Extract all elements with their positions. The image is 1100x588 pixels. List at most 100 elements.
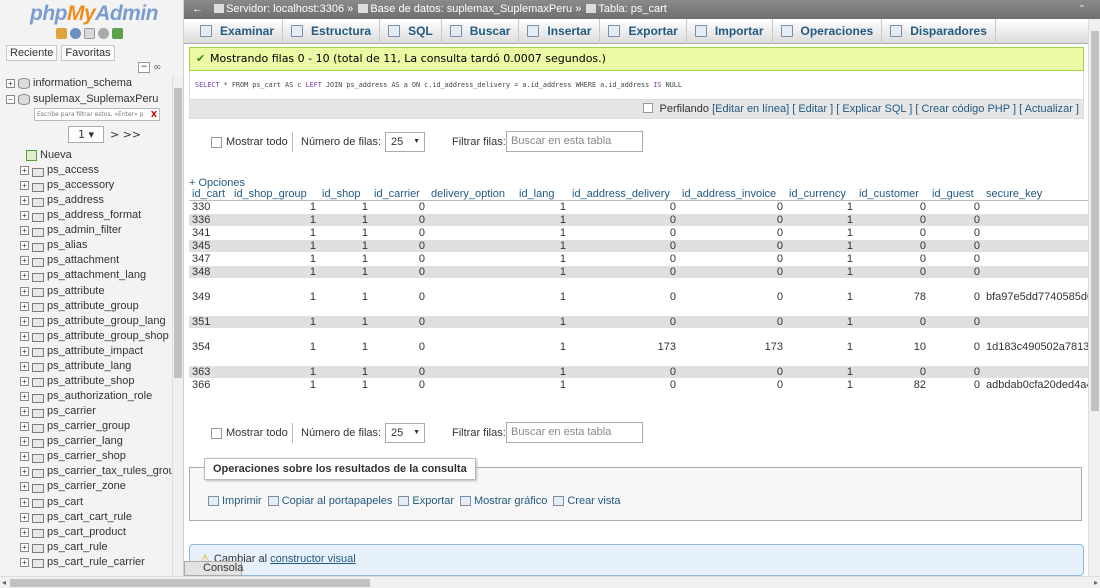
tree-table-item[interactable]: + ps_attribute	[20, 284, 104, 299]
table-row[interactable]: 349 1 1 0 1 0 0 1 78 0 bfa97e5dd7740585d0b	[189, 278, 1088, 316]
tree-table-item[interactable]: + ps_admin_filter	[20, 223, 122, 238]
column-header[interactable]: id_guest	[929, 188, 983, 201]
expand-icon[interactable]: +	[20, 166, 29, 175]
expand-icon[interactable]: +	[20, 256, 29, 266]
tree-table-item[interactable]: + ps_cart_rule_carrier	[20, 555, 145, 570]
breadcrumb-database[interactable]: Base de datos: suplemax_SuplemaxPeru	[370, 3, 572, 15]
tree-table-item[interactable]: + ps_attachment_lang	[20, 268, 146, 283]
edit-inline-link[interactable]: [Editar en línea]	[712, 103, 789, 115]
table-row[interactable]: 347 1 1 0 1 0 0 1 0 0	[189, 252, 1088, 266]
column-header[interactable]: id_carrier	[371, 188, 428, 201]
table-row[interactable]: 341 1 1 0 1 0 0 1 0 0	[189, 226, 1088, 240]
tab-estructura[interactable]: Estructura	[283, 18, 381, 44]
tree-table-item[interactable]: + ps_carrier_lang	[20, 434, 123, 449]
breadcrumb-table[interactable]: Tabla: ps_cart	[598, 3, 666, 15]
table-row[interactable]: 330 1 1 0 1 0 0 1 0 0	[189, 200, 1088, 214]
next-page-link[interactable]: > >>	[110, 128, 141, 141]
create-view-link[interactable]: Crear vista	[553, 495, 621, 507]
rows-per-page-select[interactable]: 25	[385, 423, 425, 443]
tree-table-item[interactable]: + ps_address	[20, 193, 104, 208]
tab-operaciones[interactable]: Operaciones	[773, 18, 883, 44]
column-header[interactable]: id_customer	[856, 188, 929, 201]
scroll-left-icon[interactable]: ◂	[2, 577, 6, 588]
table-filter-input[interactable]: Escribe para filtrar estos, «Enter» p X	[34, 108, 160, 121]
tree-table-item[interactable]: + ps_access	[20, 163, 99, 178]
expand-icon[interactable]: +	[20, 271, 29, 281]
tree-db-information-schema[interactable]: + information_schema	[6, 76, 132, 91]
visual-builder-link[interactable]: constructor visual	[270, 553, 356, 565]
expand-icon[interactable]: +	[20, 241, 29, 251]
tree-table-item[interactable]: + ps_attribute_shop	[20, 374, 134, 389]
tab-importar[interactable]: Importar	[687, 18, 773, 44]
column-header[interactable]: id_cart	[189, 188, 231, 201]
show-all-checkbox[interactable]	[211, 428, 222, 439]
tree-table-item[interactable]: + ps_accessory	[20, 178, 114, 193]
reload-icon[interactable]	[112, 28, 123, 39]
collapse-top-icon[interactable]: ⌃	[1078, 0, 1086, 19]
scroll-right-icon[interactable]: ▸	[1094, 577, 1098, 588]
expand-icon[interactable]: +	[20, 407, 29, 417]
horizontal-scrollbar[interactable]: ◂ ▸	[0, 576, 1100, 588]
show-chart-link[interactable]: Mostrar gráfico	[459, 495, 547, 507]
expand-icon[interactable]: +	[20, 527, 29, 537]
expand-icon[interactable]: +	[20, 512, 29, 522]
tree-table-item[interactable]: + ps_attribute_lang	[20, 359, 131, 374]
table-row[interactable]: 336 1 1 0 1 0 0 1 0 0	[189, 213, 1088, 227]
column-header[interactable]: id_currency	[786, 188, 856, 201]
tab-buscar[interactable]: Buscar	[442, 18, 520, 44]
expand-icon[interactable]: +	[20, 467, 29, 477]
expand-icon[interactable]: +	[20, 437, 29, 447]
sql-query-display[interactable]: SELECT * FROM ps_cart AS c LEFT JOIN ps_…	[189, 71, 1084, 99]
tab-disparadores[interactable]: Disparadores	[882, 18, 996, 44]
tree-table-item[interactable]: + ps_attribute_impact	[20, 344, 143, 359]
table-row[interactable]: 351 1 1 0 1 0 0 1 0 0	[189, 315, 1088, 329]
expand-icon[interactable]: +	[20, 376, 29, 386]
tree-table-item[interactable]: + ps_alias	[20, 238, 87, 253]
copy-clipboard-link[interactable]: Copiar al portapapeles	[267, 495, 392, 507]
expand-icon[interactable]: +	[20, 542, 29, 552]
home-icon[interactable]	[56, 28, 67, 39]
navigation-scroll-thumb[interactable]	[174, 88, 182, 378]
main-scroll-thumb[interactable]	[1091, 31, 1099, 411]
tree-table-item[interactable]: + ps_cart_rule	[20, 540, 108, 555]
export-link[interactable]: Exportar	[398, 495, 454, 507]
tab-insertar[interactable]: Insertar	[519, 18, 601, 44]
column-header[interactable]: secure_key	[983, 188, 1088, 201]
settings-gear-icon[interactable]	[98, 28, 109, 39]
expand-icon[interactable]: +	[20, 346, 29, 356]
edit-link[interactable]: [ Editar ]	[792, 103, 833, 115]
tree-table-item[interactable]: + ps_carrier_zone	[20, 479, 126, 494]
profiling-checkbox[interactable]	[643, 103, 654, 113]
page-selector[interactable]: 1 ▾	[68, 126, 104, 143]
column-header[interactable]: id_shop	[319, 188, 371, 201]
tree-table-item[interactable]: + ps_carrier	[20, 404, 96, 419]
show-all-checkbox[interactable]	[211, 137, 222, 148]
column-header[interactable]: id_lang	[516, 188, 569, 201]
tree-table-item[interactable]: + ps_cart_product	[20, 525, 126, 540]
expand-icon[interactable]: +	[20, 361, 29, 371]
expand-icon[interactable]: +	[20, 226, 29, 236]
column-header[interactable]: id_address_invoice	[679, 188, 786, 201]
tree-table-item[interactable]: + ps_authorization_role	[20, 389, 152, 404]
table-row[interactable]: 363 1 1 0 1 0 0 1 0 0	[189, 365, 1088, 379]
print-link[interactable]: Imprimir	[208, 495, 262, 507]
console-toggle[interactable]: Consola	[184, 561, 243, 576]
tree-table-item[interactable]: + ps_cart	[20, 495, 83, 510]
column-header[interactable]: id_address_delivery	[569, 188, 679, 201]
tree-table-item[interactable]: + ps_attachment	[20, 253, 119, 268]
table-row[interactable]: 354110117317311001d183c490502a78138d	[189, 328, 1088, 366]
table-row[interactable]: 3661101001820adbdab0cfa20ded4a4f5	[189, 378, 1088, 392]
tree-table-item[interactable]: + ps_attribute_group_lang	[20, 314, 166, 329]
rows-per-page-select[interactable]: 25	[385, 132, 425, 152]
favorites-tab[interactable]: Favoritas	[61, 45, 115, 61]
column-header[interactable]: delivery_option	[428, 188, 516, 201]
expand-icon[interactable]: +	[20, 557, 29, 567]
expand-icon[interactable]: +	[20, 211, 29, 221]
logout-icon[interactable]	[70, 28, 81, 39]
expand-icon[interactable]: +	[6, 79, 15, 88]
phpmyadmin-logo[interactable]: phpMyAdmin	[0, 0, 183, 44]
tab-examinar[interactable]: Examinar	[192, 18, 284, 44]
expand-icon[interactable]: +	[20, 392, 29, 402]
tab-exportar[interactable]: Exportar	[600, 18, 687, 44]
main-scrollbar[interactable]	[1088, 19, 1100, 576]
